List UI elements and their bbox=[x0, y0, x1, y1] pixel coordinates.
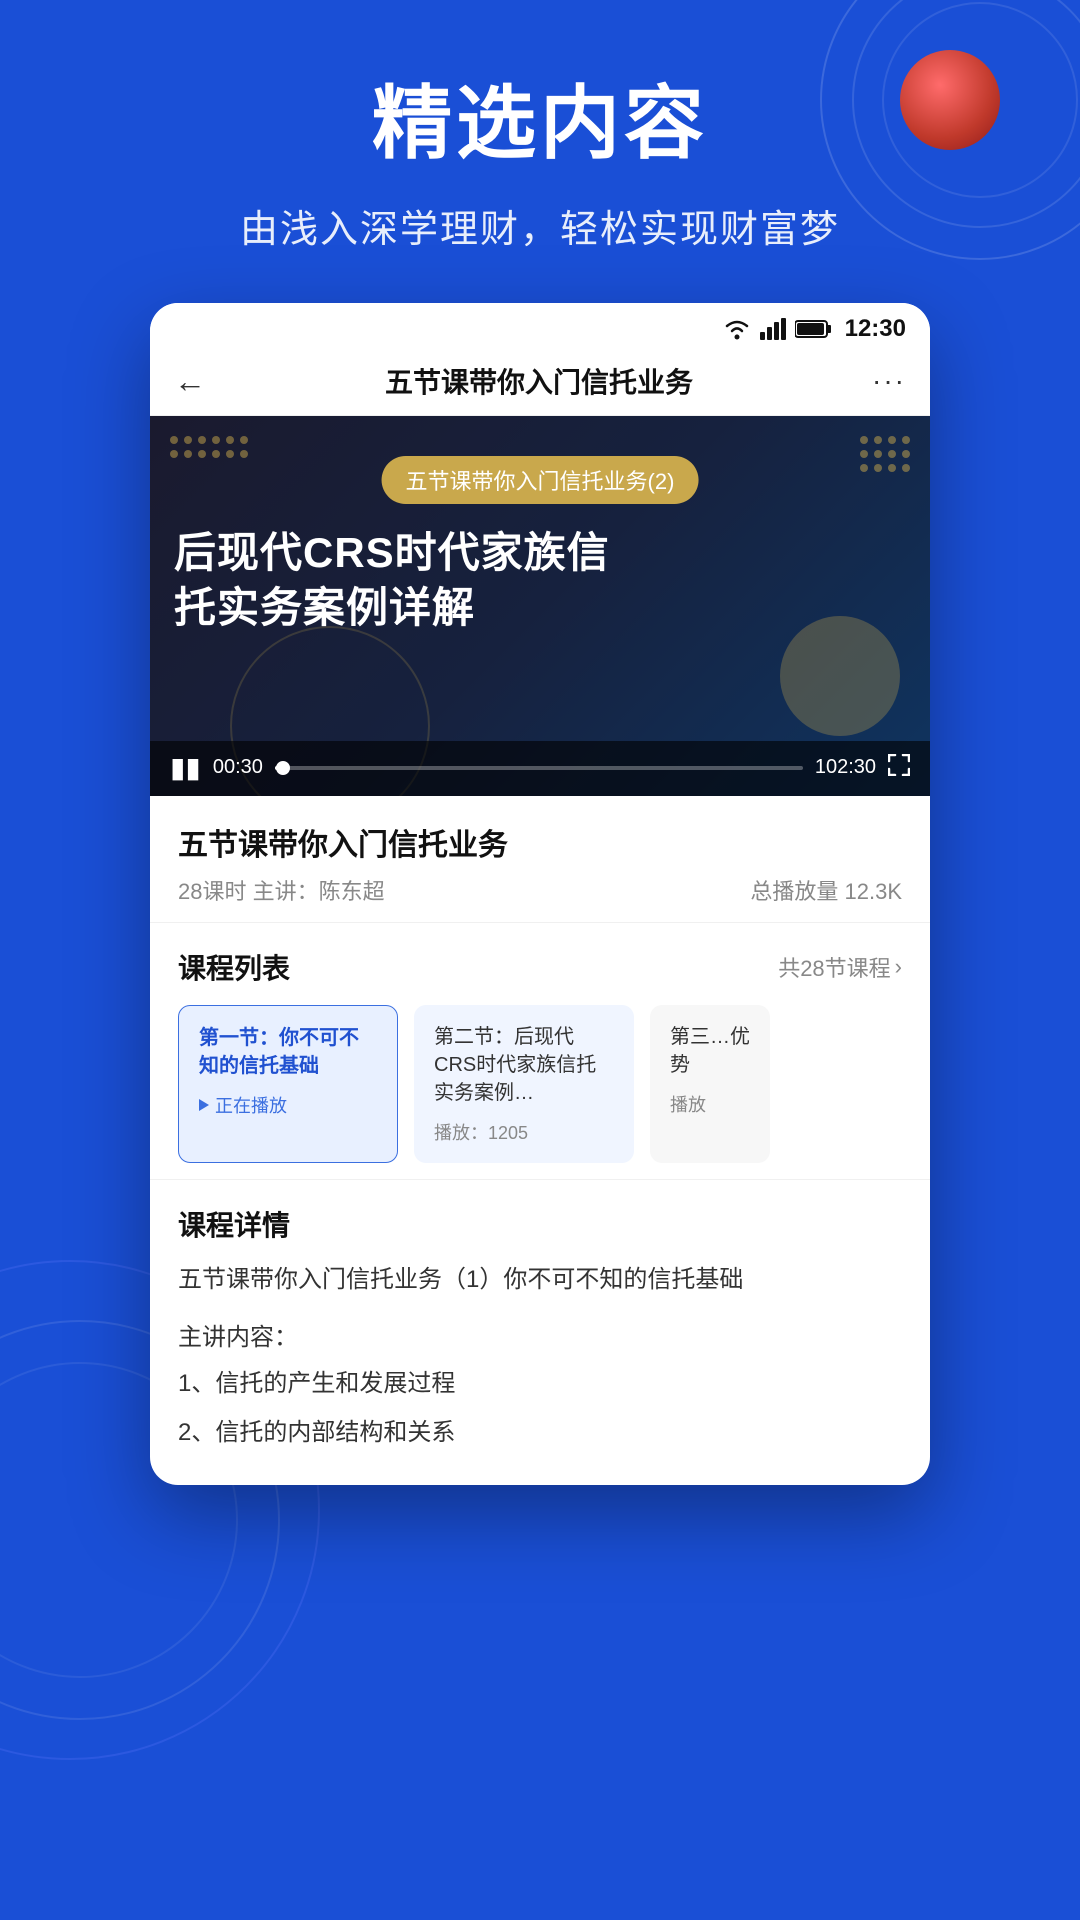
detail-item-2: 2、信托的内部结构和关系 bbox=[178, 1413, 902, 1454]
episode-cards: 第一节：你不可不知的信托基础 正在播放 第二节：后现代CRS时代家族信托实务案例… bbox=[178, 1005, 902, 1163]
time-current: 00:30 bbox=[213, 756, 263, 779]
battery-icon bbox=[795, 319, 833, 339]
time-total: 102:30 bbox=[815, 756, 876, 779]
course-meta: 28课时 主讲：陈东超 总播放量 12.3K bbox=[178, 874, 902, 906]
episode-2-title: 第二节：后现代CRS时代家族信托实务案例… bbox=[434, 1023, 614, 1107]
player-controls: ▮▮ 00:30 102:30 bbox=[150, 741, 930, 796]
play-triangle-icon bbox=[199, 1099, 209, 1111]
episode-2-play-count: 播放：1205 bbox=[434, 1119, 614, 1145]
video-title-line2: 托实务案例详解 bbox=[174, 584, 475, 631]
status-time: 12:30 bbox=[845, 315, 906, 343]
video-circle-decoration bbox=[780, 616, 900, 736]
course-info: 五节课带你入门信托业务 28课时 主讲：陈东超 总播放量 12.3K bbox=[150, 796, 930, 923]
wifi-icon bbox=[723, 318, 751, 340]
video-dots-left bbox=[170, 436, 248, 458]
status-icons bbox=[723, 318, 833, 340]
more-button[interactable]: ··· bbox=[872, 365, 906, 397]
chevron-right-icon: › bbox=[895, 954, 902, 980]
episode-3-play-count: 播放 bbox=[670, 1091, 750, 1117]
course-title: 五节课带你入门信托业务 bbox=[178, 820, 902, 864]
playing-label-text: 正在播放 bbox=[215, 1092, 287, 1118]
section-header: 课程列表 共28节课程 › bbox=[178, 947, 902, 987]
course-list-link-text: 共28节课程 bbox=[778, 951, 890, 983]
progress-thumb bbox=[276, 761, 290, 775]
video-episode-tag: 五节课带你入门信托业务(2) bbox=[382, 456, 699, 504]
course-meta-right: 总播放量 12.3K bbox=[750, 874, 902, 906]
episode-3-title: 第三…优势 bbox=[670, 1023, 750, 1079]
nav-bar: ← 五节课带你入门信托业务 ··· bbox=[150, 351, 930, 416]
episode-1-title: 第一节：你不可不知的信托基础 bbox=[199, 1024, 377, 1080]
course-meta-left: 28课时 主讲：陈东超 bbox=[178, 874, 385, 906]
course-list-section: 课程列表 共28节课程 › 第一节：你不可不知的信托基础 正在播放 第二节：后现… bbox=[150, 923, 930, 1180]
pause-button[interactable]: ▮▮ bbox=[170, 751, 201, 784]
page-title: 精选内容 bbox=[0, 80, 1080, 168]
video-player: 五节课带你入门信托业务(2) 后现代CRS时代家族信 托实务案例详解 ▮▮ 00… bbox=[150, 416, 930, 796]
progress-bar-row: ▮▮ 00:30 102:30 bbox=[170, 751, 910, 784]
signal-icon bbox=[759, 318, 787, 340]
header-section: 精选内容 由浅入深学理财，轻松实现财富梦 bbox=[0, 0, 1080, 303]
video-title-line1: 后现代CRS时代家族信 bbox=[174, 529, 610, 576]
video-dots-right bbox=[860, 436, 910, 472]
detail-item-1: 1、信托的产生和发展过程 bbox=[178, 1364, 902, 1405]
episode-card-2[interactable]: 第二节：后现代CRS时代家族信托实务案例… 播放：1205 bbox=[414, 1005, 634, 1163]
page-subtitle: 由浅入深学理财，轻松实现财富梦 bbox=[0, 198, 1080, 253]
episode-card-1[interactable]: 第一节：你不可不知的信托基础 正在播放 bbox=[178, 1005, 398, 1163]
back-button[interactable]: ← bbox=[174, 363, 206, 400]
nav-title: 五节课带你入门信托业务 bbox=[385, 361, 693, 401]
course-detail-section: 课程详情 五节课带你入门信托业务（1）你不可不知的信托基础 主讲内容： 1、信托… bbox=[150, 1180, 930, 1485]
detail-section-title: 课程详情 bbox=[178, 1204, 902, 1244]
phone-mockup: 12:30 ← 五节课带你入门信托业务 ··· 五节课带你入门信托业务(2) 后… bbox=[150, 303, 930, 1485]
progress-track[interactable] bbox=[275, 766, 803, 770]
episode-1-playing-label: 正在播放 bbox=[199, 1092, 377, 1118]
episode-card-3[interactable]: 第三…优势 播放 bbox=[650, 1005, 770, 1163]
detail-subtitle: 主讲内容： bbox=[178, 1317, 902, 1352]
course-list-title: 课程列表 bbox=[178, 947, 290, 987]
course-list-link[interactable]: 共28节课程 › bbox=[778, 951, 902, 983]
fullscreen-button[interactable] bbox=[888, 754, 910, 782]
detail-description: 五节课带你入门信托业务（1）你不可不知的信托基础 bbox=[178, 1260, 902, 1301]
status-bar: 12:30 bbox=[150, 303, 930, 351]
video-title: 后现代CRS时代家族信 托实务案例详解 bbox=[174, 526, 906, 635]
